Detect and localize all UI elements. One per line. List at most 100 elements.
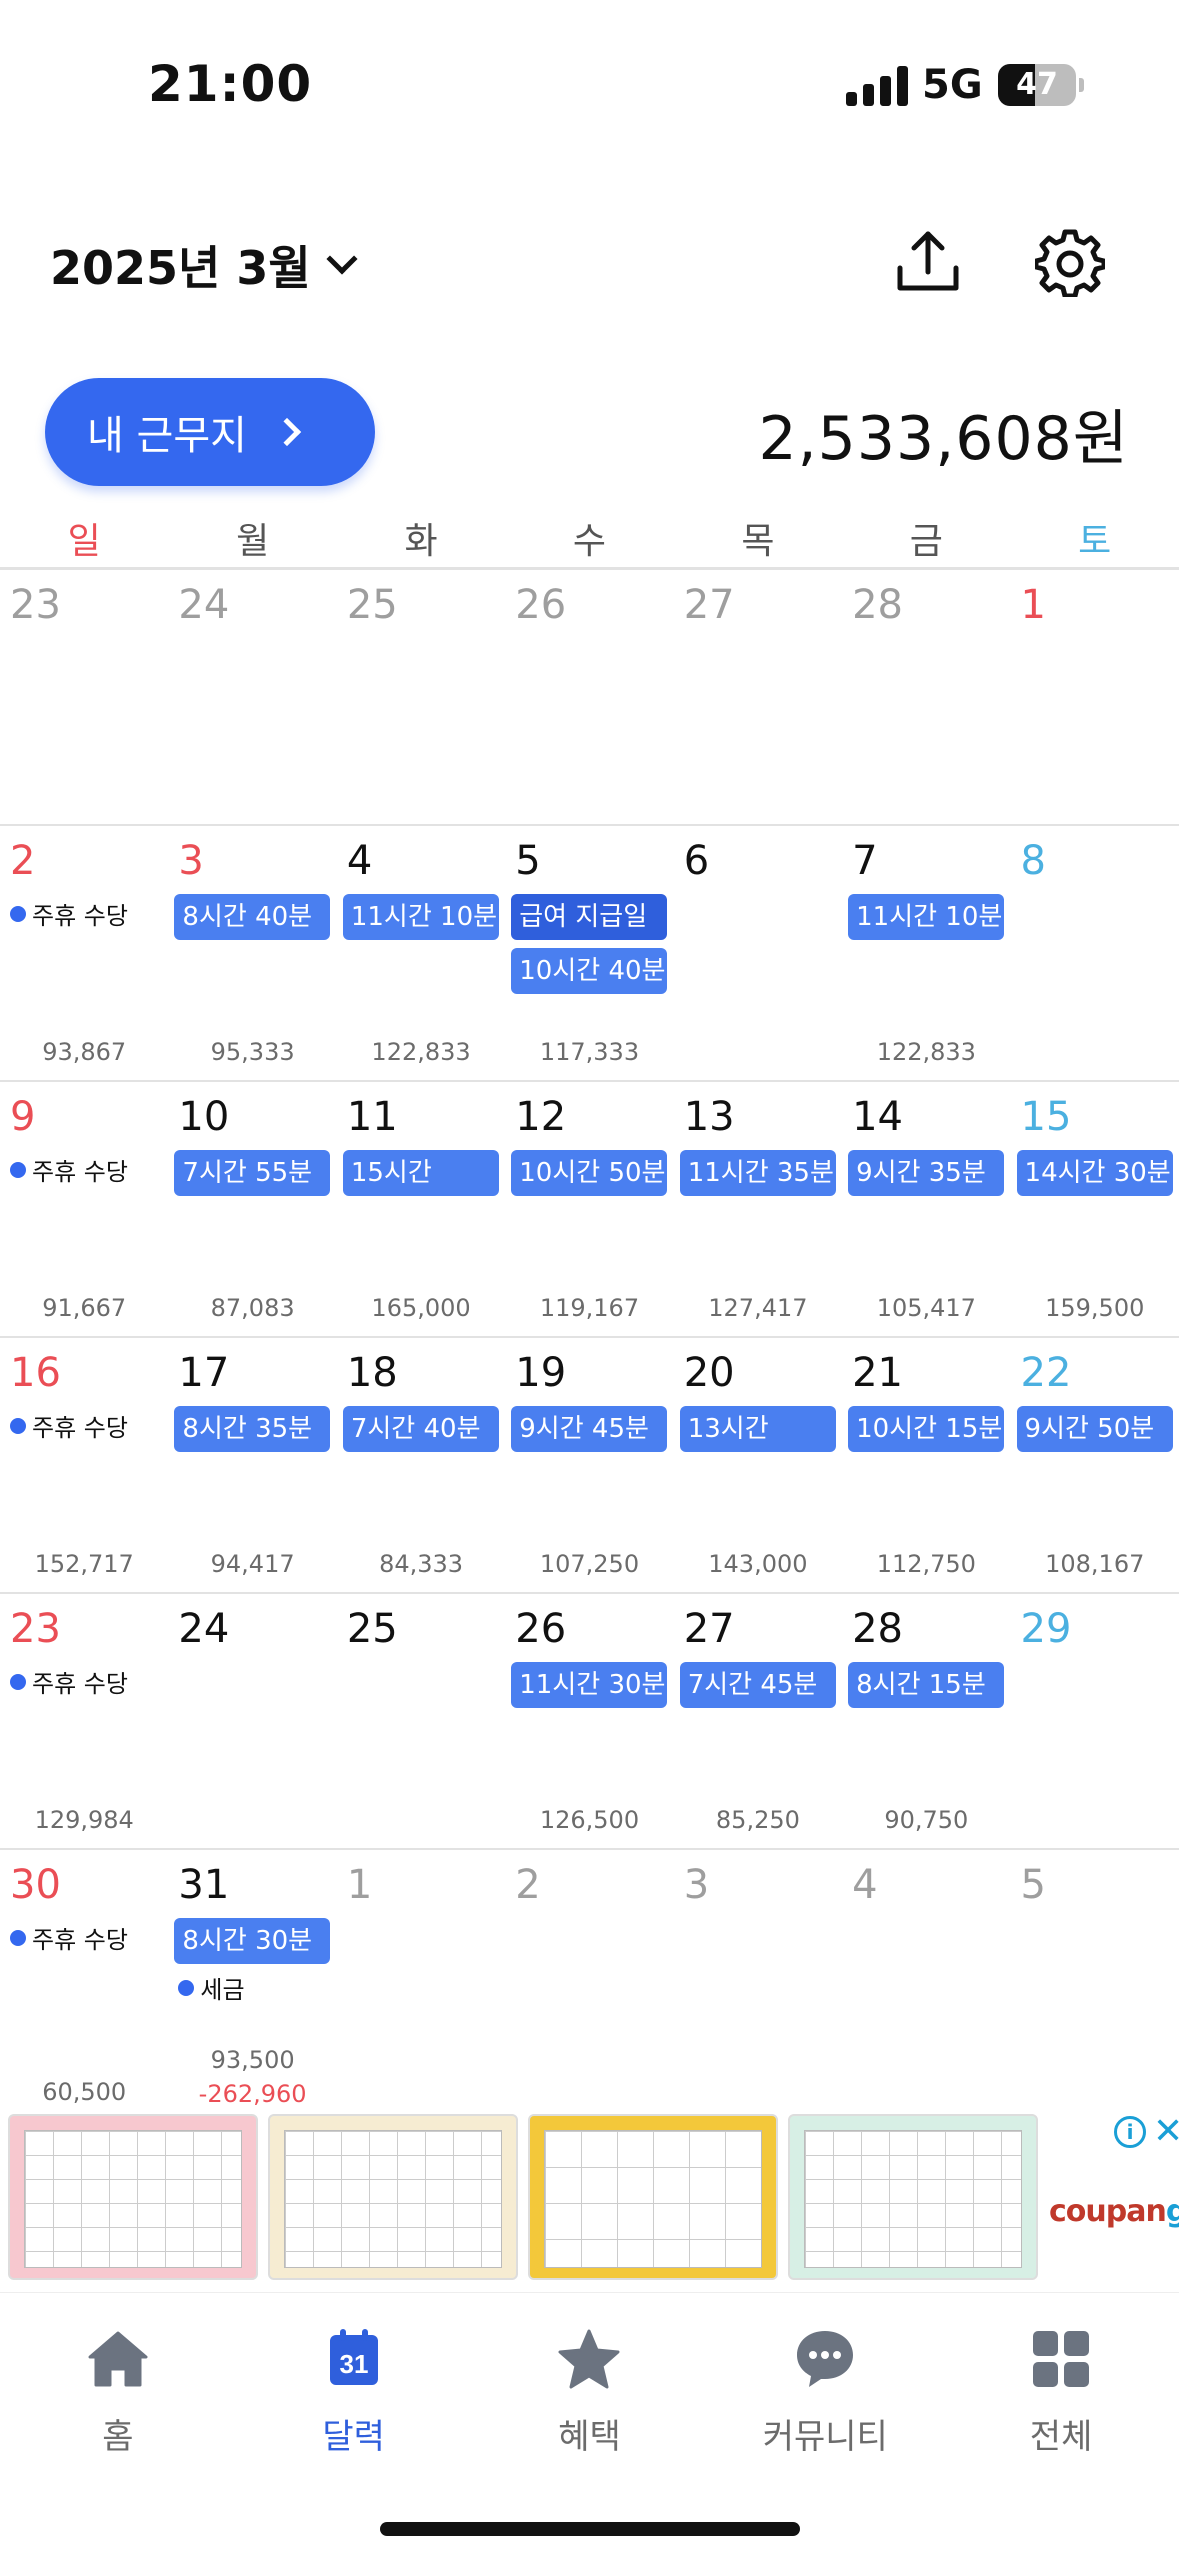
calendar-day[interactable]: 5 급여 지급일 10시간 40분 117,333: [505, 826, 673, 1080]
ad-product-image[interactable]: [788, 2114, 1038, 2280]
shift-badge[interactable]: 7시간 40분: [342, 1406, 499, 1452]
shift-badge[interactable]: 8시간 30분: [174, 1918, 331, 1964]
tab-benefits[interactable]: 혜택: [472, 2293, 708, 2463]
calendar-day[interactable]: 24: [168, 1594, 336, 1848]
calendar-day[interactable]: 2: [505, 1850, 673, 2134]
calendar-day[interactable]: 4 11시간 10분 122,833: [337, 826, 505, 1080]
shift-badge[interactable]: 9시간 45분: [511, 1406, 668, 1452]
day-number: 28: [852, 582, 904, 628]
shift-badge[interactable]: 11시간 30분: [511, 1662, 668, 1708]
shift-badge[interactable]: 10시간 40분: [511, 948, 668, 994]
calendar-day[interactable]: 19 9시간 45분 107,250: [505, 1338, 673, 1592]
status-bar: 21:00 5G 47: [0, 0, 1179, 150]
calendar-day[interactable]: 8: [1011, 826, 1179, 1080]
calendar-day[interactable]: 25: [337, 1594, 505, 1848]
day-number: 1: [1020, 582, 1046, 628]
calendar-day[interactable]: 3: [674, 1850, 842, 2134]
calendar-day[interactable]: 21 10시간 15분 112,750: [842, 1338, 1010, 1592]
shift-badge[interactable]: 9시간 50분: [1016, 1406, 1173, 1452]
shift-badge[interactable]: 8시간 40분: [174, 894, 331, 940]
day-number: 7: [852, 838, 878, 884]
calendar-day[interactable]: 4: [842, 1850, 1010, 2134]
day-number: 6: [683, 838, 710, 884]
calendar-day[interactable]: 6: [674, 826, 842, 1080]
calendar-day[interactable]: 23: [0, 570, 168, 824]
calendar-day[interactable]: 22 9시간 50분 108,167: [1011, 1338, 1179, 1592]
my-worksite-button[interactable]: 내 근무지: [45, 378, 375, 486]
shift-badge[interactable]: 14시간 30분: [1016, 1150, 1173, 1196]
tab-home[interactable]: 홈: [0, 2293, 236, 2463]
calendar-day[interactable]: 24: [168, 570, 336, 824]
calendar-day[interactable]: 26: [505, 570, 673, 824]
shift-badge[interactable]: 7시간 45분: [679, 1662, 836, 1708]
tab-all[interactable]: 전체: [943, 2293, 1179, 2463]
shift-badge[interactable]: 11시간 10분: [848, 894, 1005, 940]
calendar-day[interactable]: 28 8시간 15분 90,750: [842, 1594, 1010, 1848]
weekday-sun: 일: [67, 521, 101, 562]
shift-badge[interactable]: 7시간 55분: [174, 1150, 331, 1196]
ad-close-icon[interactable]: ✕: [1153, 2114, 1179, 2150]
daily-wage: 93,500: [210, 2046, 295, 2074]
calendar-day[interactable]: 7 11시간 10분 122,833: [842, 826, 1010, 1080]
ad-info-icon[interactable]: i: [1114, 2116, 1146, 2148]
calendar-day[interactable]: 26 11시간 30분 126,500: [505, 1594, 673, 1848]
calendar-day[interactable]: 31 8시간 30분 세금 93,500 -262,960: [168, 1850, 336, 2134]
calendar-day[interactable]: 1: [337, 1850, 505, 2134]
calendar-day[interactable]: 15 14시간 30분 159,500: [1011, 1082, 1179, 1336]
calendar-day[interactable]: 12 10시간 50분 119,167: [505, 1082, 673, 1336]
shift-badge[interactable]: 8시간 15분: [848, 1662, 1005, 1708]
calendar-day[interactable]: 13 11시간 35분 127,417: [674, 1082, 842, 1336]
calendar-day[interactable]: 2 주휴 수당 93,867: [0, 826, 168, 1080]
weekly-holiday-allowance: 주휴 수당: [10, 896, 128, 931]
month-selector[interactable]: 2025년 3월: [50, 232, 358, 298]
settings-button[interactable]: [1030, 222, 1110, 302]
ad-product-image[interactable]: [8, 2114, 258, 2280]
calendar-day[interactable]: 20 13시간 143,000: [674, 1338, 842, 1592]
daily-wage: 112,750: [876, 1550, 976, 1578]
calendar-day[interactable]: 27 7시간 45분 85,250: [674, 1594, 842, 1848]
shift-badge[interactable]: 10시간 15분: [848, 1406, 1005, 1452]
shift-badge[interactable]: 11시간 10분: [342, 894, 499, 940]
calendar-day[interactable]: 9 주휴 수당 91,667: [0, 1082, 168, 1336]
calendar-day[interactable]: 17 8시간 35분 94,417: [168, 1338, 336, 1592]
calendar-day[interactable]: 10 7시간 55분 87,083: [168, 1082, 336, 1336]
calendar-day[interactable]: 11 15시간 165,000: [337, 1082, 505, 1336]
shift-badge[interactable]: 9시간 35분: [848, 1150, 1005, 1196]
day-number: 25: [346, 1606, 398, 1652]
monthly-total: 2,533,608원: [758, 404, 1129, 474]
shift-badge[interactable]: 8시간 35분: [174, 1406, 331, 1452]
day-number: 27: [683, 582, 735, 628]
calendar-day[interactable]: 23 주휴 수당 129,984: [0, 1594, 168, 1848]
day-number: 28: [852, 1606, 904, 1652]
shift-badge[interactable]: 10시간 50분: [511, 1150, 668, 1196]
calendar-day[interactable]: 16 주휴 수당 152,717: [0, 1338, 168, 1592]
ad-product-image[interactable]: [528, 2114, 778, 2280]
shift-badge[interactable]: 11시간 35분: [679, 1150, 836, 1196]
calendar-day[interactable]: 29: [1011, 1594, 1179, 1848]
calendar-day[interactable]: 1: [1011, 570, 1179, 824]
calendar-day[interactable]: 5: [1011, 1850, 1179, 2134]
ad-product-image[interactable]: [268, 2114, 518, 2280]
battery-tip: [1079, 78, 1084, 92]
calendar-day[interactable]: 25: [337, 570, 505, 824]
calendar-week: 23 24 25 26 27 28 1: [0, 570, 1179, 826]
shift-badge[interactable]: 15시간: [342, 1150, 499, 1196]
share-button[interactable]: [888, 222, 968, 302]
calendar-day[interactable]: 30 주휴 수당 60,500: [0, 1850, 168, 2134]
tab-benefits-label: 혜택: [558, 2417, 621, 2457]
calendar-day[interactable]: 14 9시간 35분 105,417: [842, 1082, 1010, 1336]
weekday-fri: 금: [909, 521, 943, 562]
weekday-tue: 화: [404, 521, 438, 562]
calendar-day[interactable]: 27: [674, 570, 842, 824]
tab-calendar[interactable]: 31 달력: [236, 2293, 472, 2463]
day-number: 22: [1020, 1350, 1072, 1396]
tab-community[interactable]: 커뮤니티: [707, 2293, 943, 2463]
payday-badge[interactable]: 급여 지급일: [511, 894, 668, 940]
ad-side-panel: i ✕ coupang: [1029, 2108, 1179, 2288]
daily-wage: 95,333: [210, 1038, 295, 1066]
ad-brand-logo[interactable]: coupang: [1049, 2194, 1179, 2229]
calendar-day[interactable]: 3 8시간 40분 95,333: [168, 826, 336, 1080]
calendar-day[interactable]: 28: [842, 570, 1010, 824]
shift-badge[interactable]: 13시간: [679, 1406, 836, 1452]
calendar-day[interactable]: 18 7시간 40분 84,333: [337, 1338, 505, 1592]
